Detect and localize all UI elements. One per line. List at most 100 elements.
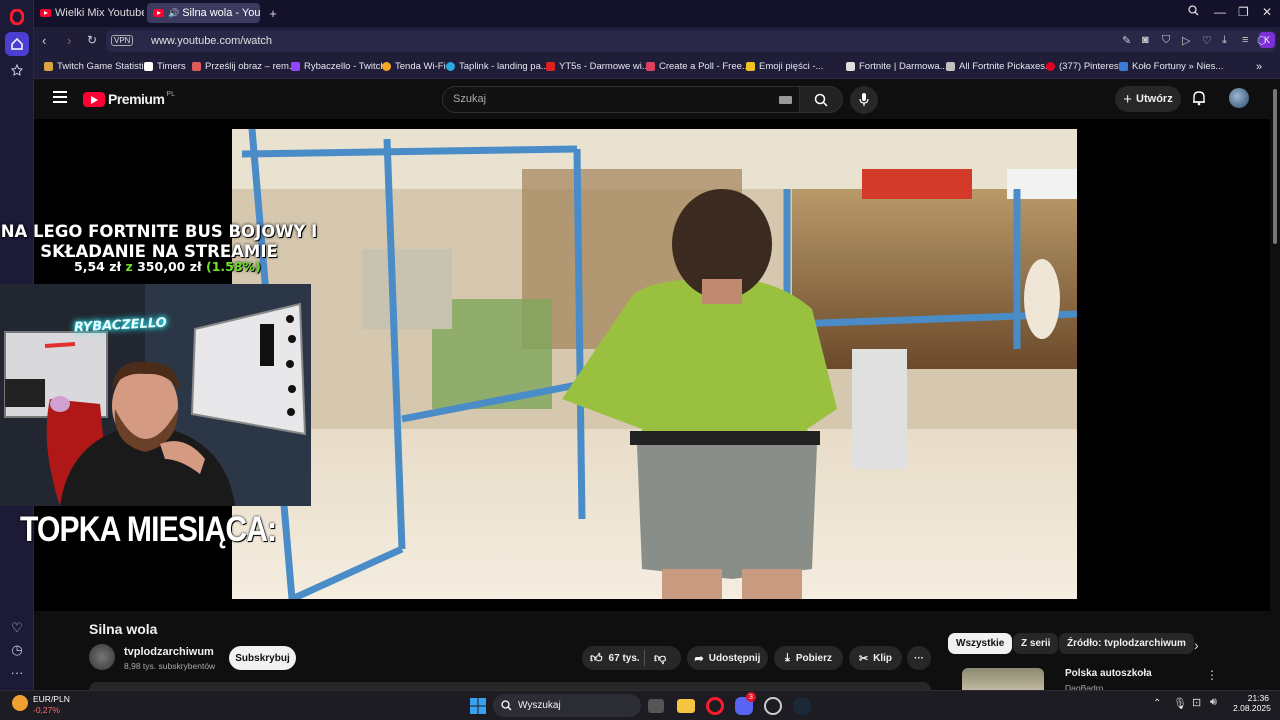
volume-icon[interactable]: 🔊︎ [1210, 696, 1217, 709]
like-dislike-group: 👍︎ 67 tys. 👎︎ [582, 646, 681, 670]
related-channel[interactable]: DaoBadro [1065, 683, 1103, 690]
chips-next-icon[interactable]: › [1194, 637, 1199, 653]
channel-name[interactable]: tvplodzarchiwum [124, 646, 214, 658]
keyboard-icon[interactable] [779, 96, 792, 104]
bookmark-item[interactable]: Timers [144, 61, 186, 72]
heart-icon[interactable]: ♡ [1202, 34, 1212, 47]
share-button[interactable]: ➦ Udostępnij [687, 646, 768, 670]
app-taskbar-icon[interactable] [764, 697, 782, 715]
snapshot-icon[interactable]: ✎ [1122, 34, 1131, 47]
bookmark-item[interactable]: Koło Fortuny » Nies... [1119, 61, 1223, 72]
microphone-icon [859, 93, 869, 106]
bookmark-favicon-icon [746, 62, 755, 71]
steam-taskbar-icon[interactable] [793, 697, 811, 715]
related-thumbnail[interactable] [962, 668, 1044, 690]
chip-series[interactable]: Z serii [1013, 633, 1059, 654]
chip-source[interactable]: Źródło: tvplodzarchiwum [1059, 633, 1194, 654]
vpn-badge[interactable]: VPN [111, 35, 134, 46]
close-icon[interactable]: ✕ [1262, 5, 1272, 19]
goal-of: z [125, 259, 133, 274]
tab-bar: Wielki Mix Youtube by Sc 🔊 Silna wola - … [34, 0, 1280, 27]
opera-logo-icon[interactable] [5, 5, 29, 29]
like-icon[interactable]: 👍︎ [590, 651, 603, 666]
back-icon[interactable]: ‹ [42, 33, 46, 48]
bookmark-item[interactable]: Taplink - landing pa... [446, 61, 549, 72]
channel-avatar[interactable] [89, 644, 115, 670]
opera-taskbar-icon[interactable] [706, 697, 724, 715]
voice-search-button[interactable] [850, 86, 878, 114]
like-count[interactable]: 67 tys. [609, 653, 640, 664]
more-bookmarks-icon[interactable]: » [1256, 61, 1262, 73]
notifications-bell-icon[interactable] [1192, 90, 1206, 111]
history-icon[interactable]: ◷ [5, 638, 29, 662]
bookmark-item[interactable]: YT5s - Darmowe wi... [546, 61, 650, 72]
scrollbar-thumb[interactable] [1273, 89, 1277, 244]
tab-silna-wola[interactable]: 🔊 Silna wola - YouTube [147, 3, 260, 23]
bookmark-item[interactable]: Create a Poll - Free... [646, 61, 750, 72]
network-icon[interactable]: ⊡ [1192, 696, 1201, 709]
pinboard-icon[interactable] [5, 58, 29, 82]
youtube-favicon-icon [153, 9, 164, 17]
menu-icon[interactable]: ≡ [1242, 34, 1248, 46]
minimize-icon[interactable]: — [1214, 5, 1226, 19]
subscribe-button[interactable]: Subskrybuj [229, 646, 296, 670]
youtube-logo[interactable]: Premium PL [83, 91, 175, 107]
widget-label[interactable]: EUR/PLN [33, 694, 70, 704]
bookmark-item[interactable]: Prześlij obraz – rem... [192, 61, 297, 72]
search-button[interactable] [800, 86, 843, 113]
heart-icon[interactable]: ♡ [5, 616, 29, 640]
bookmarks-bar: Twitch Game Statisti... Timers Prześlij … [34, 55, 1280, 79]
related-title[interactable]: Polska autoszkoła [1065, 668, 1152, 679]
video-frame[interactable] [232, 129, 1077, 599]
bookmark-item[interactable]: (377) Pinterest [1046, 61, 1121, 72]
account-avatar[interactable] [1229, 88, 1249, 108]
discord-taskbar-icon[interactable]: 3 [735, 692, 756, 715]
url-text[interactable]: www.youtube.com/watch [151, 35, 272, 47]
description-box[interactable] [89, 682, 931, 690]
related-menu-icon[interactable]: ⋮ [1206, 668, 1218, 682]
new-tab-button[interactable]: + [264, 3, 282, 23]
bookmark-item[interactable]: All Fortnite Pickaxes... [946, 61, 1053, 72]
weather-widget-icon[interactable] [12, 695, 28, 711]
maximize-icon[interactable]: ❐ [1238, 5, 1249, 19]
forward-icon[interactable]: › [67, 33, 71, 48]
hamburger-menu-icon[interactable] [53, 91, 67, 103]
bookmark-item[interactable]: Fortnite | Darmowa... [846, 61, 948, 72]
video-scene [232, 129, 1077, 599]
page-scrollbar[interactable] [1270, 79, 1280, 690]
url-field[interactable]: VPN www.youtube.com/watch ✎ ◙ ⛉ ▷ ♡ ⤓ ≡ … [106, 30, 1276, 52]
speaker-icon[interactable]: 🔊 [168, 8, 179, 19]
bookmark-item[interactable]: Tenda Wi-Fi [382, 61, 446, 72]
download-icon[interactable]: ⤓ [1222, 34, 1227, 47]
bookmark-item[interactable]: Rybaczello - Twitch [291, 61, 386, 72]
share-icon: ➦ [694, 652, 704, 665]
mic-tray-icon[interactable]: 🎙︎ [1173, 697, 1187, 710]
more-actions-button[interactable]: ··· [907, 646, 931, 670]
reload-icon[interactable]: ↻ [87, 33, 97, 47]
tab-wielki-mix[interactable]: Wielki Mix Youtube by Sc [34, 3, 144, 23]
dislike-icon[interactable]: 👎︎ [654, 651, 666, 666]
bookmark-favicon-icon [44, 62, 53, 71]
bookmark-item[interactable]: Emoji pięści -... [746, 61, 823, 72]
download-button[interactable]: ⤓ Pobierz [774, 646, 843, 670]
taskbar-search[interactable]: Wyszukaj [493, 694, 641, 717]
search-tabs-icon[interactable] [1188, 5, 1199, 19]
more-icon[interactable]: ··· [5, 660, 29, 684]
tray-overflow-icon[interactable]: ⌃ [1153, 698, 1161, 709]
clock[interactable]: 21:36 2.08.2025 [1233, 693, 1271, 713]
bookmark-item[interactable]: Twitch Game Statisti... [44, 61, 152, 72]
file-explorer-icon[interactable] [677, 699, 695, 713]
video-title: Silna wola [89, 621, 158, 637]
windows-start-icon[interactable] [469, 697, 487, 715]
shield-icon[interactable]: ⛉ [1162, 34, 1170, 47]
create-button[interactable]: + Utwórz [1115, 86, 1181, 112]
chip-all[interactable]: Wszystkie [948, 633, 1013, 654]
task-view-icon[interactable] [648, 699, 664, 713]
play-icon[interactable]: ▷ [1182, 34, 1190, 47]
home-icon[interactable] [5, 32, 29, 56]
extensions-icon[interactable]: ⬡ [1257, 34, 1267, 47]
camera-icon[interactable]: ◙ [1142, 34, 1149, 46]
webcam-overlay: RYBACZELLO [0, 284, 311, 506]
search-input[interactable]: Szukaj [442, 86, 800, 113]
clip-button[interactable]: ✂ Klip [849, 646, 902, 670]
